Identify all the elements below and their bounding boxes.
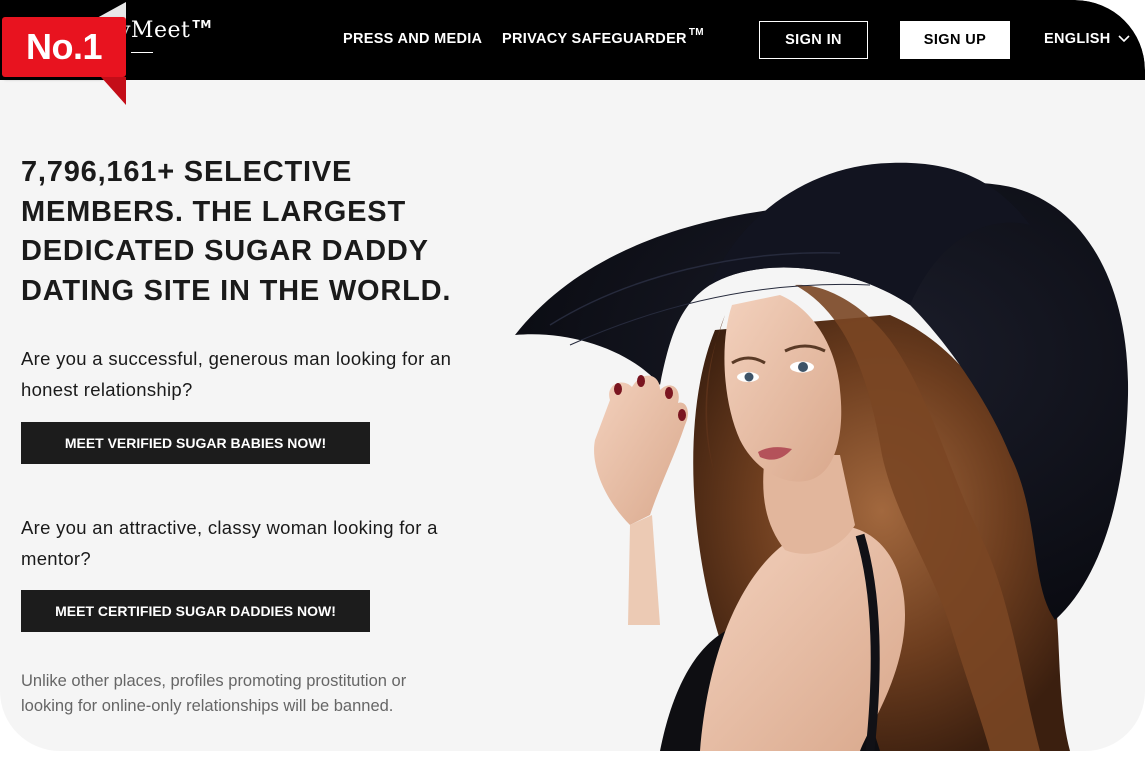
nav-privacy-trademark: TM [688,27,704,38]
nav-privacy-label: PRIVACY SAFEGUARDER [502,31,687,47]
chevron-down-icon [1117,35,1130,43]
hero-headline: 7,796,161+ SELECTIVE MEMBERS. THE LARGES… [21,156,452,307]
sign-in-button[interactable]: SIGN IN [759,21,868,59]
logo-underline [131,52,153,53]
language-label: ENGLISH [1044,31,1111,47]
question-women: Are you an attractive, classy woman look… [21,517,438,569]
language-selector[interactable]: ENGLISH [1044,31,1130,47]
meet-sugar-babies-button[interactable]: MEET VERIFIED SUGAR BABIES NOW! [21,422,370,464]
nav-privacy-safeguarder[interactable]: PRIVACY SAFEGUARDER TM [502,27,704,47]
question-men: Are you a successful, generous man looki… [21,348,452,400]
nav-press-and-media[interactable]: PRESS AND MEDIA [343,31,482,47]
disclaimer-text: Unlike other places, profiles promoting … [21,672,407,715]
site-logo[interactable]: yMeet TM [118,18,212,43]
top-navigation-bar: yMeet TM PRESS AND MEDIA PRIVACY SAFEGUAR… [0,0,1145,80]
number-one-ribbon: No.1 [0,0,130,110]
logo-trademark: TM [192,18,212,31]
meet-sugar-daddies-button[interactable]: MEET CERTIFIED SUGAR DADDIES NOW! [21,590,370,632]
sign-up-button[interactable]: SIGN UP [900,21,1010,59]
ribbon-tail [86,77,126,105]
page-frame: yMeet TM PRESS AND MEDIA PRIVACY SAFEGUAR… [0,0,1145,751]
number-one-badge: No.1 [2,17,126,77]
hero-image-woman-in-hat [515,162,1129,751]
